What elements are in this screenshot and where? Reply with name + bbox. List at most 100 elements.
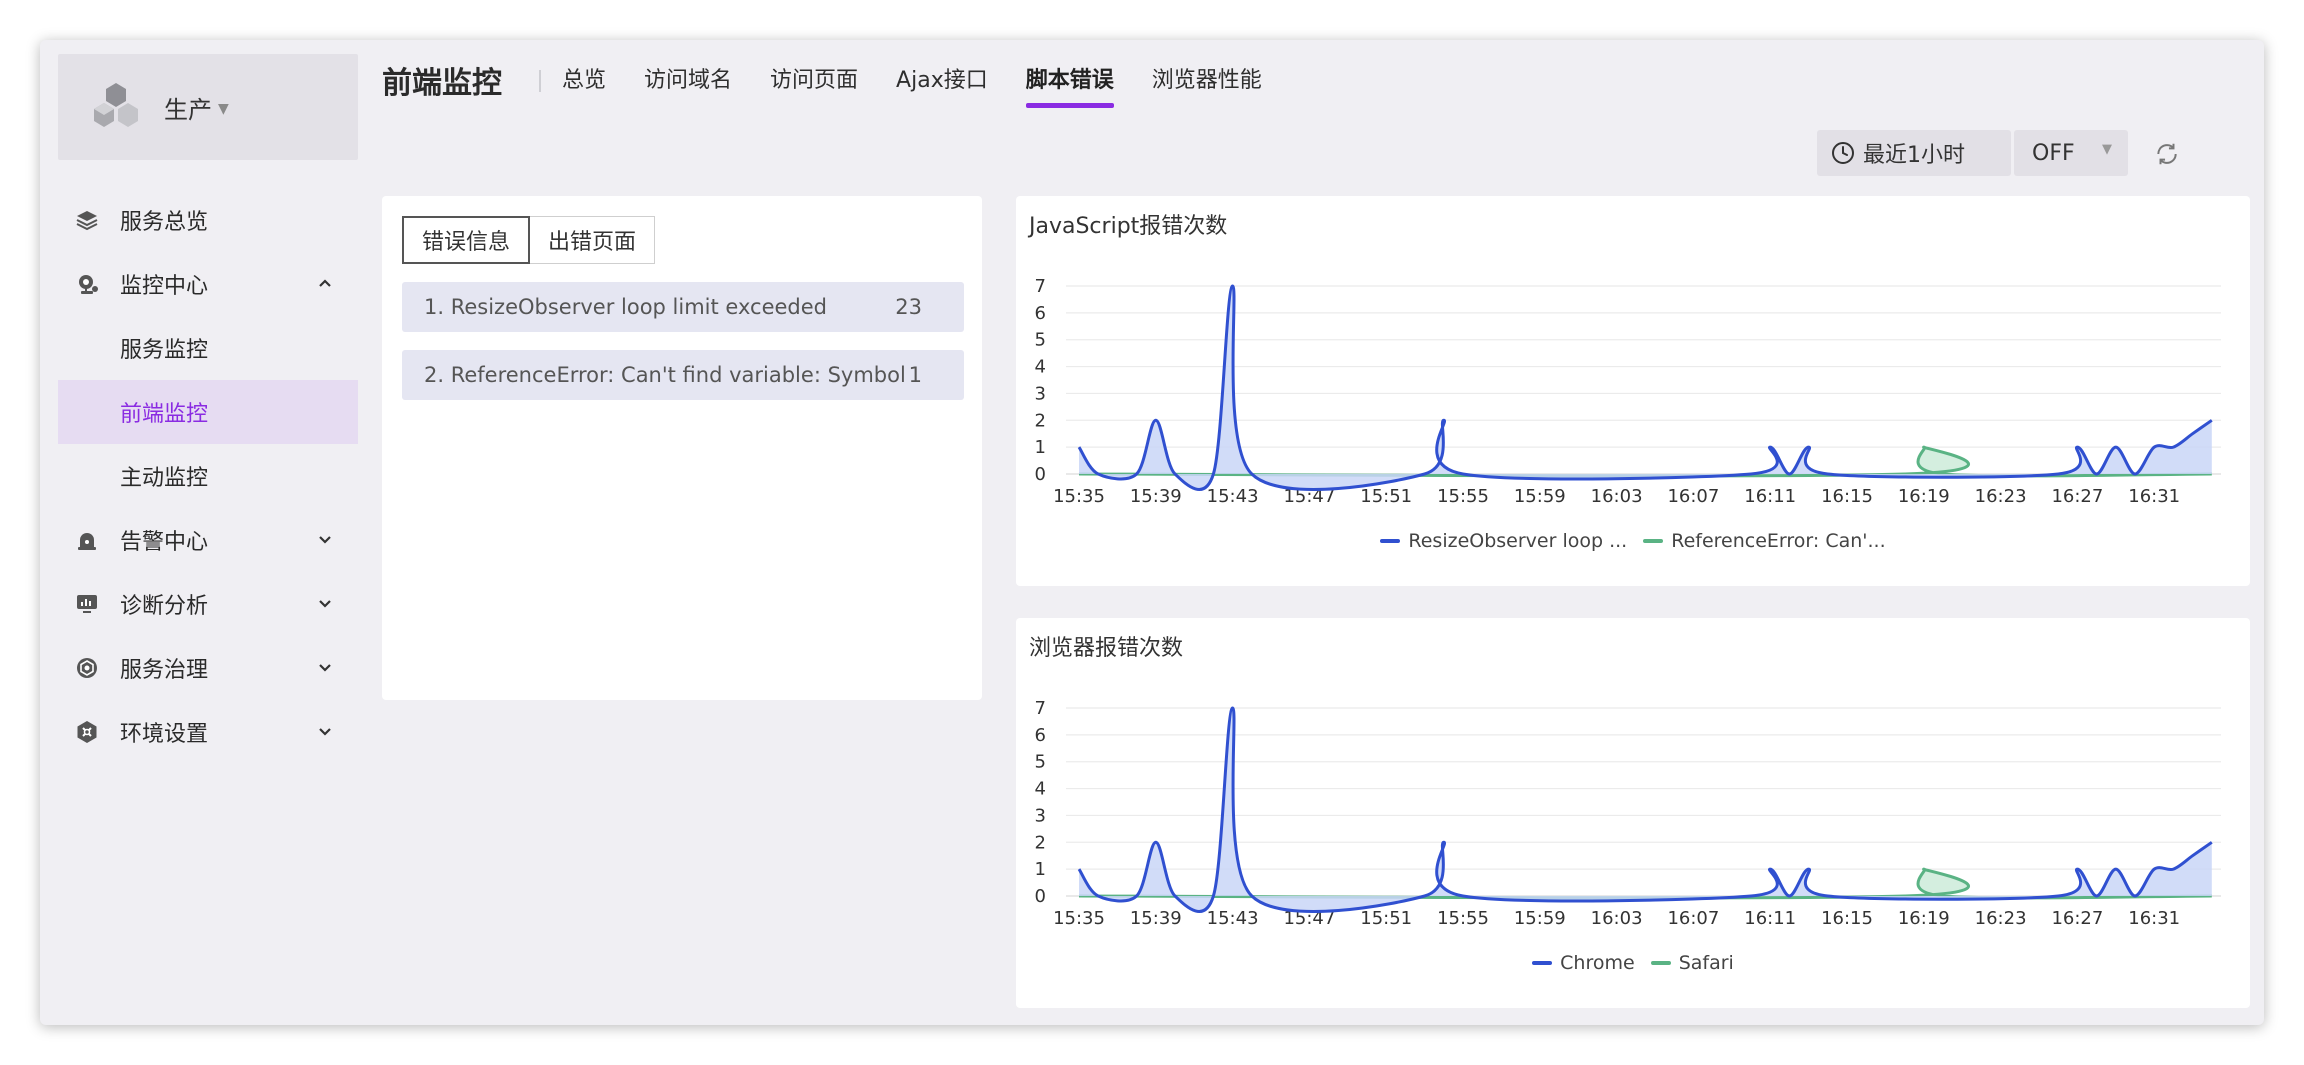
sidebar-item-4[interactable]: 主动监控: [58, 444, 358, 508]
x-tick-label: 16:11: [1744, 908, 1796, 929]
series-line-0: [1077, 706, 2213, 913]
sidebar-item-8[interactable]: 环境设置: [58, 700, 358, 764]
x-tick-label: 16:23: [1975, 908, 2027, 929]
error-message: 1. ResizeObserver loop limit exceeded: [424, 295, 827, 319]
y-tick-label: 1: [1035, 437, 1046, 458]
x-tick-label: 15:39: [1130, 908, 1182, 929]
error-count: 1: [908, 363, 922, 387]
browser-error-chart-panel: 浏览器报错次数 0 1 2 3 4 5 6 7 15:35 15:39 15:43 15:47 15:5…: [1016, 618, 2250, 1008]
sidebar-item-1[interactable]: 监控中心: [58, 252, 358, 316]
caret-down-icon: ▼: [218, 101, 229, 117]
x-tick-label: 16:27: [2051, 908, 2103, 929]
x-tick-label: 16:03: [1591, 486, 1643, 507]
sidebar-item-7[interactable]: 服务治理: [58, 636, 358, 700]
x-tick-label: 15:35: [1053, 486, 1105, 507]
time-range-label: 最近1小时: [1863, 143, 1965, 168]
sidebar-item-5[interactable]: 告警中心: [58, 508, 358, 572]
legend-swatch: [1650, 961, 1671, 965]
sidebar-item-0[interactable]: 服务总览: [58, 188, 358, 252]
sidebar-item-3[interactable]: 前端监控: [58, 380, 358, 444]
x-tick-label: 15:51: [1360, 486, 1412, 507]
series-line-0: [1077, 284, 2213, 491]
tab-2[interactable]: 访问页面: [770, 62, 858, 108]
error-list: 1. ResizeObserver loop limit exceeded 23…: [402, 282, 964, 418]
y-tick-label: 3: [1035, 383, 1046, 404]
chevron-down-icon: [319, 600, 331, 608]
x-tick-label: 16:19: [1898, 908, 1950, 929]
error-row[interactable]: 2. ReferenceError: Can't find variable: …: [402, 350, 964, 400]
environment-selector[interactable]: 生产 ▼: [58, 54, 358, 160]
tab-error-pages[interactable]: 出错页面: [530, 216, 656, 264]
x-tick-label: 16:27: [2051, 486, 2103, 507]
x-tick-label: 16:31: [2128, 908, 2180, 929]
auto-refresh-value: OFF: [2032, 140, 2075, 166]
legend-item-chrome[interactable]: Chrome: [1532, 952, 1635, 974]
chart-legend: Chrome Safari: [1016, 952, 2250, 974]
time-range-button[interactable]: 最近1小时: [1817, 130, 2011, 176]
error-count: 23: [895, 295, 922, 319]
x-tick-label: 16:03: [1591, 908, 1643, 929]
webcam-icon: [72, 269, 102, 299]
x-tick-label: 16:15: [1821, 486, 1873, 507]
legend-item-series-2[interactable]: ReferenceError: Can'...: [1643, 530, 1886, 552]
alarm-icon: [72, 525, 102, 555]
x-tick-label: 16:07: [1667, 908, 1719, 929]
error-row[interactable]: 1. ResizeObserver loop limit exceeded 23: [402, 282, 964, 332]
js-error-chart: 0123456715:35 15:39 15:43 15:47 15:51 15:55 15…: [1035, 276, 2221, 507]
sidebar-item-6[interactable]: 诊断分析: [58, 572, 358, 636]
y-tick-label: 5: [1035, 752, 1046, 773]
tab-0[interactable]: 总览: [562, 62, 606, 108]
x-tick-label: 16:07: [1667, 486, 1719, 507]
chevron-down-icon: [319, 536, 331, 544]
sidebar-item-label: 监控中心: [120, 274, 209, 299]
legend-item-safari[interactable]: Safari: [1650, 952, 1734, 974]
tab-error-info[interactable]: 错误信息: [402, 216, 531, 264]
nav-tabs: 总览 访问域名 访问页面 Ajax接口 脚本错误 浏览器性能: [562, 62, 1300, 108]
y-tick-label: 4: [1035, 357, 1046, 378]
legend-label: Chrome: [1560, 952, 1635, 974]
tab-5[interactable]: 浏览器性能: [1152, 62, 1262, 108]
x-tick-label: 16:15: [1821, 908, 1873, 929]
js-error-chart-panel: JavaScript报错次数 0 1 2 3 4 5 6 7 15:35 15:39 15:43 15…: [1016, 196, 2250, 586]
refresh-icon[interactable]: [2154, 141, 2180, 167]
page-title: 前端监控: [382, 66, 502, 101]
tab-3[interactable]: Ajax接口: [896, 62, 988, 108]
x-tick-label: 15:55: [1437, 908, 1489, 929]
tab-1[interactable]: 访问域名: [644, 62, 732, 108]
tab-4[interactable]: 脚本错误: [1025, 62, 1114, 108]
legend-swatch: [1643, 539, 1664, 543]
sidebar-item-label: 前端监控: [120, 402, 209, 427]
settings-icon: [72, 717, 102, 747]
legend-label: ReferenceError: Can'...: [1671, 530, 1886, 552]
x-tick-label: 16:19: [1898, 486, 1950, 507]
sidebar-item-label: 服务监控: [120, 338, 209, 363]
chevron-down-icon: [319, 728, 331, 736]
y-tick-label: 0: [1035, 886, 1046, 907]
series-area-0: [1079, 708, 2212, 912]
y-tick-label: 2: [1035, 410, 1046, 431]
y-tick-label: 1: [1035, 859, 1046, 880]
cubes-logo-icon: [94, 83, 138, 127]
chart-legend: ResizeObserver loop ... ReferenceError: …: [1016, 530, 2250, 552]
legend-item-series-1[interactable]: ResizeObserver loop ...: [1380, 530, 1627, 552]
y-tick-label: 0: [1035, 464, 1046, 485]
x-tick-label: 15:35: [1053, 908, 1105, 929]
legend-label: Safari: [1678, 952, 1734, 974]
browser-error-chart: 0123456715:35 15:39 15:43 15:47 15:51 15:55 15…: [1035, 698, 2221, 929]
sidebar-item-label: 诊断分析: [120, 594, 209, 619]
x-tick-label: 15:55: [1437, 486, 1489, 507]
caret-down-icon: ▼: [2102, 142, 2112, 157]
app-window: 生产 ▼ 服务总览 监控中心 服务监控 前端监控 主动监控 告警中心 诊断分析 服务治理 环境设…: [40, 40, 2264, 1025]
legend-swatch: [1532, 961, 1553, 965]
y-tick-label: 7: [1035, 276, 1046, 297]
clock-icon: [1832, 142, 1854, 164]
x-tick-label: 16:11: [1744, 486, 1796, 507]
y-tick-label: 3: [1035, 805, 1046, 826]
x-tick-label: 15:51: [1360, 908, 1412, 929]
monitor-icon: [72, 589, 102, 619]
sidebar-item-label: 主动监控: [120, 466, 209, 491]
chevron-up-icon: [319, 279, 331, 287]
sidebar-item-2[interactable]: 服务监控: [58, 316, 358, 380]
auto-refresh-select[interactable]: OFF ▼: [2014, 130, 2128, 176]
x-tick-label: 15:59: [1514, 908, 1566, 929]
